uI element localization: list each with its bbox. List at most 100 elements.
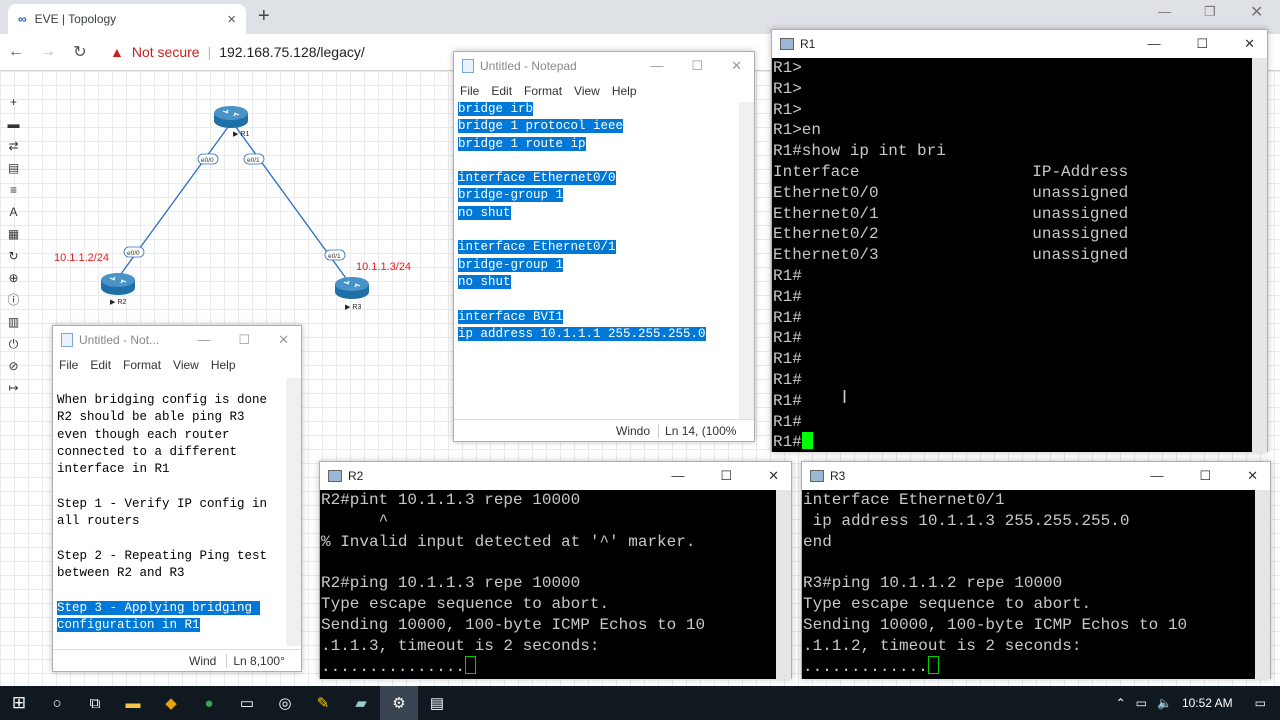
notepad-config-titlebar[interactable]: Untitled - Notepad — ☐ ✕ [454,52,754,80]
search-icon[interactable]: ○ [38,686,76,720]
notepad-text-area[interactable]: bridge irb bridge 1 protocol ieee bridge 1… [458,101,738,401]
notepad-text-area[interactable]: When bridging config is done R2 should be… [57,392,285,638]
browser-tab[interactable]: ∞ EVE | Topology × [8,4,246,34]
menu-file[interactable]: File [460,84,479,98]
terminal-r3-output[interactable]: interface Ethernet0/1 ip address 10.1.1.… [802,490,1256,679]
volume-icon[interactable]: 🔈 [1157,696,1172,710]
terminal-r1-titlebar[interactable]: R1 — ☐ ✕ [772,30,1267,58]
text-line [458,291,738,308]
putty-taskbar-icon[interactable]: ⚙ [380,686,418,720]
power-icon[interactable]: ⏻ [9,336,19,353]
start-icon[interactable]: ⊞ [0,686,38,720]
notifications-icon[interactable]: ▭ [1255,696,1266,710]
maximize-icon[interactable]: ☐ [691,58,703,74]
text-line: R1# [773,287,1252,308]
maximize-icon[interactable]: ☐ [720,468,732,484]
line-text: bridge irb [458,102,534,116]
terminal-r2-titlebar[interactable]: R2 — ☐ ✕ [320,462,791,490]
chevron-up-icon[interactable]: ⌃ [1116,696,1126,710]
status-icon[interactable]: ⓘ [7,292,19,309]
terminal-app-icon[interactable]: ▭ [228,686,266,720]
url-text: 192.168.75.128/legacy/ [219,44,365,60]
notepad-notes-window[interactable]: Untitled - Not... — ☐ ✕ File Edit Format V… [52,325,302,672]
refresh-icon[interactable]: ↻ [8,248,18,265]
notepad-config-window[interactable]: Untitled - Notepad — ☐ ✕ File Edit Format … [453,51,755,442]
startup-config-icon[interactable]: ▤ [8,160,19,177]
line-text: bridge 1 route ip [458,136,586,151]
text-icon[interactable]: A [9,204,17,221]
minimize-icon[interactable]: — [1147,36,1160,52]
terminal-r3-titlebar[interactable]: R3 — ☐ ✕ [802,462,1270,490]
back-icon[interactable]: ← [0,43,32,61]
notes-app-icon[interactable]: ✎ [304,686,342,720]
maximize-icon[interactable]: ☐ [1199,468,1211,484]
vertical-scrollbar[interactable] [1252,58,1267,452]
menu-edit[interactable]: Edit [491,84,512,98]
vertical-scrollbar[interactable] [739,102,754,420]
close-window-icon[interactable]: ✕ [1250,2,1263,22]
putty-icon [810,470,824,482]
close-tab-icon[interactable]: × [227,11,236,28]
task-view-icon[interactable]: ⧉ [76,686,114,720]
minimize-icon[interactable]: — [197,332,210,348]
menu-format[interactable]: Format [524,84,562,98]
terminal-r2-output[interactable]: R2#pint 10.1.1.3 repe 10000 ^ % Invalid i… [320,490,777,679]
lock-icon[interactable]: ⊘ [8,358,18,375]
close-icon[interactable]: ✕ [768,468,779,484]
router-r2[interactable] [101,273,135,295]
menu-file[interactable]: File [59,358,78,372]
nodes-icon[interactable]: ▬ [8,116,20,133]
add-object-icon[interactable]: + [10,94,17,111]
minimize-icon[interactable]: — [1158,4,1171,19]
restore-icon[interactable]: ❐ [1204,4,1216,20]
vertical-scrollbar[interactable] [286,378,301,646]
file-explorer-icon[interactable]: ▬ [114,686,152,720]
omnibox[interactable]: ▲ Not secure | 192.168.75.128/legacy/ [110,44,365,60]
text-line: Step 3 - Applying bridging [57,600,285,617]
close-icon[interactable]: ✕ [1244,36,1255,52]
menu-edit[interactable]: Edit [90,358,111,372]
minimize-icon[interactable]: — [671,468,684,484]
router-r3[interactable] [335,277,369,299]
list-icon[interactable]: ▥ [8,314,19,331]
status-position: Ln 14, ( [658,423,706,438]
close-icon[interactable]: ✕ [278,332,289,348]
maximize-icon[interactable]: ☐ [1196,36,1208,52]
menu-help[interactable]: Help [211,358,236,372]
new-tab-button[interactable]: + [258,5,270,28]
grid-icon[interactable]: ▦ [8,226,19,243]
vertical-scrollbar[interactable] [776,490,791,679]
menu-format[interactable]: Format [123,358,161,372]
vertical-scrollbar[interactable] [1255,490,1270,679]
notepad-taskbar-icon[interactable]: ▤ [418,686,456,720]
logout-icon[interactable]: ↦ [8,380,18,397]
text-line: R1> [773,58,1252,79]
app-icon[interactable]: ◆ [152,686,190,720]
network-icon[interactable]: ▭ [1136,696,1147,710]
line-text: R1# [773,329,802,348]
minimize-icon[interactable]: — [650,58,663,74]
reload-icon[interactable]: ↻ [64,42,96,62]
picture-icon[interactable]: ≡ [10,182,17,199]
close-icon[interactable]: ✕ [731,58,742,74]
terminal-r1-window[interactable]: R1 — ☐ ✕ R1> R1> R1> R1>en R1#show ip int bri I… [771,29,1268,452]
notepad-notes-titlebar[interactable]: Untitled - Not... — ☐ ✕ [53,326,301,354]
zoom-icon[interactable]: ⊕ [8,270,18,287]
text-line: ............. [803,656,1256,677]
menu-view[interactable]: View [173,358,199,372]
tool-app-icon[interactable]: ▰ [342,686,380,720]
router-r1[interactable] [214,106,248,128]
maximize-icon[interactable]: ☐ [238,332,250,348]
minimize-icon[interactable]: — [1150,468,1163,484]
menu-view[interactable]: View [574,84,600,98]
chrome-icon[interactable]: ● [190,686,228,720]
text-line: Interface IP-Address [773,162,1252,183]
networks-icon[interactable]: ⇄ [8,138,18,155]
network-app-icon[interactable]: ◎ [266,686,304,720]
close-icon[interactable]: ✕ [1247,468,1258,484]
clock[interactable]: 10:52 AM [1182,696,1233,710]
terminal-r3-window[interactable]: R3 — ☐ ✕ interface Ethernet0/1 ip address … [801,461,1271,679]
terminal-r2-window[interactable]: R2 — ☐ ✕ R2#pint 10.1.1.3 repe 10000 ^ % In… [319,461,792,679]
forward-icon[interactable]: → [32,43,64,61]
menu-help[interactable]: Help [612,84,637,98]
